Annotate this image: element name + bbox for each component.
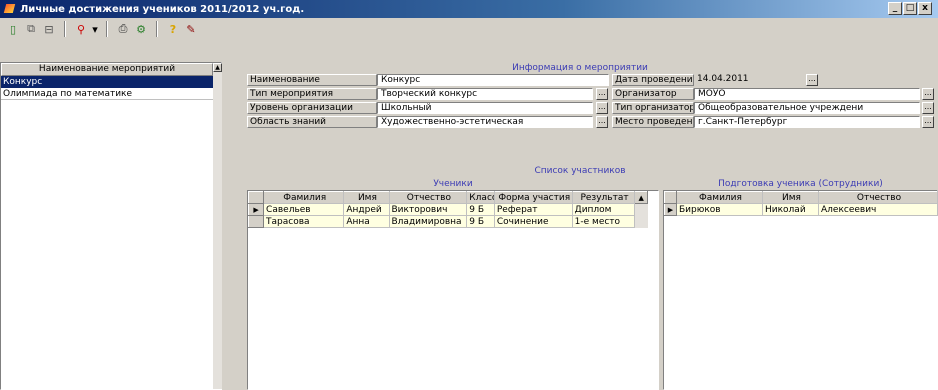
event-info-title: Информация о мероприятии [512, 63, 648, 73]
table-cell[interactable]: Реферат [494, 203, 573, 216]
toolbar-separator [156, 21, 158, 37]
name-field[interactable]: Конкурс [377, 74, 609, 86]
toolbar-separator [64, 21, 66, 37]
place-select-button[interactable]: ... [922, 116, 934, 128]
events-list-header: Наименование мероприятий [1, 63, 213, 76]
teachers-title: Подготовка ученика (Сотрудники) [663, 178, 938, 190]
column-header[interactable]: Имя [762, 191, 819, 204]
table-row[interactable]: ▶ Бирюков Николай Алексеевич [664, 203, 938, 216]
table-cell[interactable]: Андрей [343, 203, 390, 216]
organizer-field[interactable]: МОУО [694, 88, 920, 100]
place-label: Место проведения [612, 116, 694, 128]
teachers-grid: Фамилия Имя Отчество ▶ Бирюков Николай А… [663, 190, 938, 390]
events-scrollbar[interactable]: ▲ [213, 63, 222, 389]
print-preview-icon[interactable]: ⊟ [40, 21, 58, 37]
column-header[interactable]: Отчество [818, 191, 938, 204]
name-label: Наименование [247, 74, 377, 86]
table-cell[interactable]: Тарасова [263, 215, 345, 228]
find-icon[interactable]: ⚲ [72, 21, 90, 37]
column-header[interactable]: Отчество [388, 191, 468, 204]
scroll-up-icon[interactable]: ▲ [634, 191, 648, 204]
title-bar: Личные достижения учеников 2011/2012 уч.… [0, 0, 938, 18]
copy-icon[interactable]: ⧉ [22, 21, 40, 37]
minimize-button[interactable]: _ [888, 2, 902, 15]
participants-title: Список участников [534, 166, 626, 176]
column-header[interactable]: Класс [466, 191, 495, 204]
type-select-button[interactable]: ... [596, 88, 608, 100]
row-indicator [247, 215, 265, 228]
help-icon[interactable]: ? [164, 21, 182, 37]
date-field[interactable]: 14.04.2011 [694, 74, 802, 86]
wizard-icon[interactable]: ✎ [182, 21, 200, 37]
table-cell[interactable]: Николай [762, 203, 819, 216]
column-header[interactable]: Форма участия [493, 191, 573, 204]
table-cell[interactable]: Викторович [389, 203, 468, 216]
table-cell[interactable]: Владимировна [389, 215, 468, 228]
table-cell[interactable]: Сочинение [494, 215, 573, 228]
table-cell[interactable]: Бирюков [676, 203, 763, 216]
level-select-button[interactable]: ... [596, 102, 608, 114]
table-row[interactable]: Тарасова Анна Владимировна 9 Б Сочинение… [247, 215, 648, 228]
table-cell[interactable]: 9 Б [466, 203, 495, 216]
scroll-up-icon[interactable]: ▲ [213, 63, 222, 72]
app-icon [4, 3, 16, 15]
org-type-label: Тип организатора [612, 102, 694, 114]
level-label: Уровень организации [247, 102, 377, 114]
events-list-item[interactable]: Олимпиада по математике [1, 88, 213, 100]
org-type-field[interactable]: Общеобразовательное учреждени [694, 102, 920, 114]
column-header[interactable]: Фамилия [676, 191, 763, 204]
area-select-button[interactable]: ... [596, 116, 608, 128]
row-indicator-header [247, 191, 265, 204]
settings-icon[interactable]: ⚙ [132, 21, 150, 37]
column-header[interactable]: Имя [343, 191, 390, 204]
table-cell[interactable]: Диплом [572, 203, 636, 216]
dropdown-icon[interactable]: ▾ [90, 21, 100, 37]
students-title: Ученики [247, 178, 659, 190]
column-header[interactable]: Результат [571, 191, 636, 204]
maximize-button[interactable]: □ [903, 2, 917, 15]
row-indicator-header [664, 191, 677, 204]
table-cell[interactable]: Савельев [263, 203, 345, 216]
events-list-item[interactable]: Конкурс [1, 76, 213, 88]
splitter[interactable] [223, 62, 243, 390]
organizer-select-button[interactable]: ... [922, 88, 934, 100]
date-label: Дата проведения [612, 74, 694, 86]
table-row[interactable]: ▶ Савельев Андрей Викторович 9 Б Реферат… [247, 203, 648, 216]
events-list-panel: Наименование мероприятий Конкурс Олимпиа… [0, 62, 222, 390]
table-cell[interactable]: Алексеевич [818, 203, 938, 216]
area-label: Область знаний [247, 116, 377, 128]
toolbar: ▯ ⧉ ⊟ ⚲ ▾ ⎙ ⚙ ? ✎ [0, 18, 938, 40]
table-cell[interactable]: 1-е место [572, 215, 636, 228]
type-label: Тип мероприятия [247, 88, 377, 100]
window-title: Личные достижения учеников 2011/2012 уч.… [20, 3, 305, 15]
date-picker-button[interactable]: ... [806, 74, 818, 86]
level-field[interactable]: Школьный [377, 102, 593, 114]
toolbar-separator [106, 21, 108, 37]
new-document-icon[interactable]: ▯ [4, 21, 22, 37]
current-row-icon: ▶ [664, 203, 677, 216]
close-button[interactable]: x [918, 2, 932, 15]
students-grid: Фамилия Имя Отчество Класс Форма участия… [247, 190, 659, 390]
print-icon[interactable]: ⎙ [114, 21, 132, 37]
place-field[interactable]: г.Санкт-Петербург [694, 116, 920, 128]
type-field[interactable]: Творческий конкурс [377, 88, 593, 100]
column-header[interactable]: Фамилия [263, 191, 345, 204]
organizer-label: Организатор [612, 88, 694, 100]
org-type-select-button[interactable]: ... [922, 102, 934, 114]
current-row-icon: ▶ [247, 203, 265, 216]
table-cell[interactable]: Анна [343, 215, 390, 228]
table-cell[interactable]: 9 Б [466, 215, 495, 228]
area-field[interactable]: Художественно-эстетическая [377, 116, 593, 128]
